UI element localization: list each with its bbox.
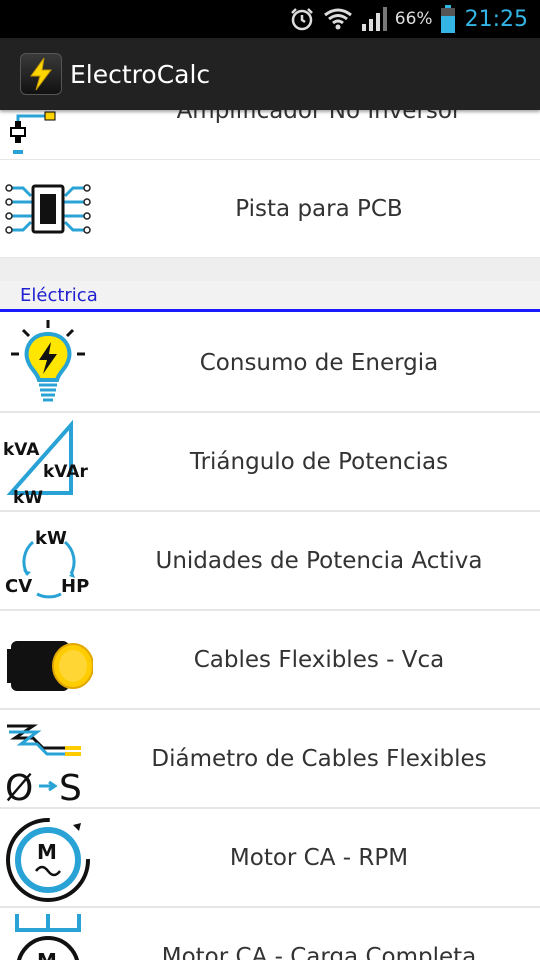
icon-text-kw: kW (35, 528, 67, 549)
lightbulb-icon (3, 318, 93, 408)
icon-text-cv: CV (5, 576, 32, 597)
list-item-label: Pista para PCB (235, 195, 403, 222)
motor-rpm-icon: M (3, 813, 93, 903)
list-item-unidades-potencia[interactable]: kW CV HP Unidades de Potencia Activa (0, 512, 540, 611)
clock: 21:25 (464, 6, 528, 32)
list-item-label: Diámetro de Cables Flexibles (151, 745, 487, 772)
icon-text-kvar: kVAr (43, 462, 88, 482)
list-item-diametro-cables[interactable]: Ø S Diámetro de Cables Flexibles (0, 710, 540, 809)
power-units-icon: kW CV HP (3, 516, 93, 606)
battery-icon (440, 5, 455, 33)
list-item-label: Motor CA - Carga Completa (161, 943, 477, 960)
list-item-cables-flexibles[interactable]: Cables Flexibles - Vca (0, 611, 540, 710)
icon-text-kva: kVA (3, 440, 40, 460)
list-item-pista-pcb[interactable]: Pista para PCB (0, 160, 540, 259)
calculator-list: Amplificador No Inversor Pista para PCB … (0, 110, 540, 960)
icon-text-m: M (37, 949, 57, 960)
power-triangle-icon: kVA kVAr kW (3, 417, 93, 507)
list-item-label: Amplificador No Inversor (176, 110, 462, 124)
icon-text-m: M (37, 840, 57, 864)
opamp-circuit-icon (3, 110, 93, 156)
lightning-icon[interactable] (20, 53, 62, 95)
alarm-icon (289, 6, 315, 32)
list-item-triangulo-potencias[interactable]: kVA kVAr kW Triángulo de Potencias (0, 413, 540, 512)
list-item-amplificador[interactable]: Amplificador No Inversor (0, 110, 540, 161)
list-item-label: Unidades de Potencia Activa (155, 547, 483, 574)
list-item-motor-rpm[interactable]: M Motor CA - RPM (0, 809, 540, 908)
status-bar: 66% 21:25 (0, 0, 540, 38)
list-item-consumo-energia[interactable]: Consumo de Energia (0, 314, 540, 413)
action-bar: ElectroCalc (0, 38, 540, 110)
signal-icon (361, 6, 389, 32)
cable-icon (3, 615, 93, 705)
icon-text-kw: kW (13, 488, 43, 507)
icon-text-diameter: Ø (5, 768, 33, 804)
list-item-motor-carga[interactable]: M Motor CA - Carga Completa (0, 908, 540, 960)
wifi-icon (323, 7, 353, 31)
icon-text-hp: HP (61, 576, 89, 597)
motor-load-icon: M (3, 910, 93, 960)
section-header-electrica: Eléctrica (0, 281, 540, 312)
list-item-label: Consumo de Energia (199, 349, 439, 376)
list-item-label: Triángulo de Potencias (189, 448, 449, 475)
list-item-label: Cables Flexibles - Vca (193, 646, 445, 673)
battery-percent: 66% (394, 9, 433, 29)
section-title: Eléctrica (20, 285, 98, 306)
cable-diameter-icon: Ø S (3, 714, 93, 804)
chip-pcb-icon (3, 164, 93, 254)
icon-text-section: S (59, 768, 82, 804)
app-title: ElectroCalc (70, 59, 211, 89)
list-item-label: Motor CA - RPM (229, 844, 409, 871)
